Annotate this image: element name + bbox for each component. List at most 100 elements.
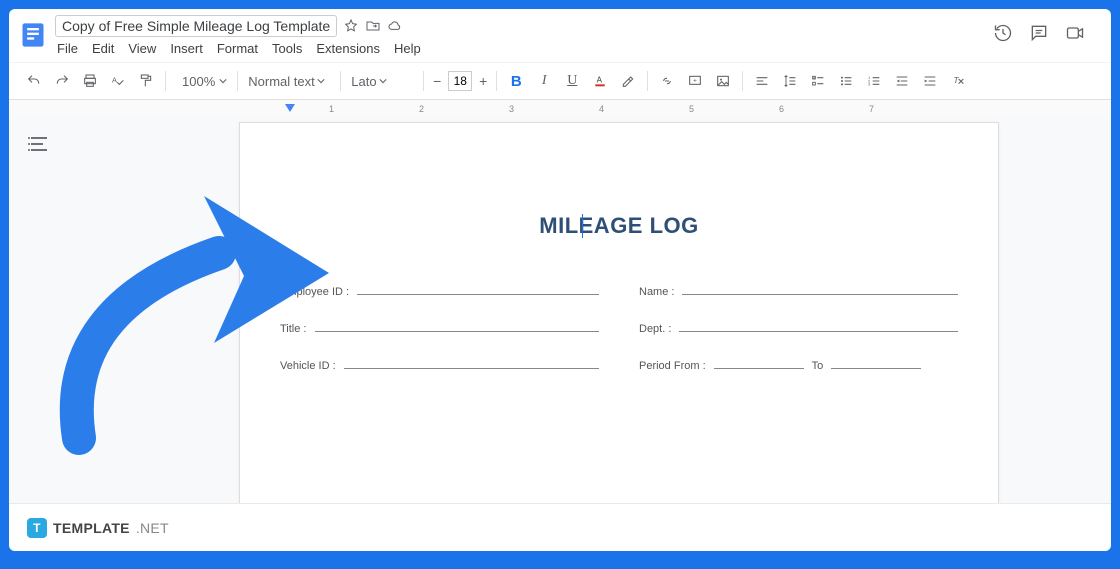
doc-title-row: Copy of Free Simple Mileage Log Template	[55, 15, 993, 37]
text-color-button[interactable]: A	[587, 68, 613, 94]
label-to: To	[812, 360, 824, 372]
separator	[165, 71, 166, 91]
input-line[interactable]	[682, 283, 958, 295]
caret-down-icon	[317, 77, 325, 85]
menu-insert[interactable]: Insert	[170, 41, 203, 56]
outline-toggle-icon[interactable]	[27, 132, 51, 156]
style-dropdown[interactable]: Normal text	[244, 74, 334, 89]
footer-suffix: .NET	[136, 520, 169, 536]
svg-text:A: A	[112, 75, 117, 84]
menu-edit[interactable]: Edit	[92, 41, 114, 56]
bulleted-list-button[interactable]	[833, 68, 859, 94]
clear-format-button[interactable]: T	[945, 68, 971, 94]
separator	[423, 71, 424, 91]
ruler-tick: 1	[329, 104, 334, 114]
label-employee-id: Employee ID :	[280, 286, 349, 298]
paint-format-button[interactable]	[133, 68, 159, 94]
redo-button[interactable]	[49, 68, 75, 94]
input-line[interactable]	[714, 357, 804, 369]
toolbar: A 100% Normal text Lato − + B I U A +	[9, 62, 1111, 100]
zoom-dropdown[interactable]: 100%	[172, 74, 231, 89]
caret-down-icon	[379, 77, 387, 85]
print-button[interactable]	[77, 68, 103, 94]
decrease-indent-button[interactable]	[889, 68, 915, 94]
footer: T TEMPLATE.NET	[9, 503, 1111, 551]
field-employee-id[interactable]: Employee ID :	[280, 283, 599, 298]
label-title: Title :	[280, 323, 307, 335]
doc-title[interactable]: Copy of Free Simple Mileage Log Template	[55, 15, 337, 37]
menu-bar: File Edit View Insert Format Tools Exten…	[55, 37, 993, 62]
label-name: Name :	[639, 286, 674, 298]
decrease-font-button[interactable]: −	[430, 74, 444, 88]
menu-file[interactable]: File	[57, 41, 78, 56]
star-icon[interactable]	[343, 18, 359, 34]
highlight-button[interactable]	[615, 68, 641, 94]
ruler-tick: 3	[509, 104, 514, 114]
menu-format[interactable]: Format	[217, 41, 258, 56]
font-size-control: − +	[430, 71, 490, 91]
ruler-tick: 4	[599, 104, 604, 114]
input-line[interactable]	[357, 283, 599, 295]
field-dept[interactable]: Dept. :	[639, 320, 958, 335]
input-line[interactable]	[344, 357, 599, 369]
document-page[interactable]: MILEAGE LOG Employee ID : Name : Title :	[239, 122, 999, 532]
move-icon[interactable]	[365, 18, 381, 34]
field-title[interactable]: Title :	[280, 320, 599, 335]
label-dept: Dept. :	[639, 323, 671, 335]
input-line[interactable]	[831, 357, 921, 369]
font-size-input[interactable]	[448, 71, 472, 91]
ruler[interactable]: 1 2 3 4 5 6 7	[9, 100, 1111, 118]
caret-down-icon	[219, 77, 227, 85]
align-button[interactable]	[749, 68, 775, 94]
checklist-button[interactable]	[805, 68, 831, 94]
heading-text: MILEAGE LOG	[539, 213, 699, 238]
font-value: Lato	[351, 74, 376, 89]
increase-indent-button[interactable]	[917, 68, 943, 94]
separator	[742, 71, 743, 91]
italic-button[interactable]: I	[531, 68, 557, 94]
separator	[496, 71, 497, 91]
line-spacing-button[interactable]	[777, 68, 803, 94]
indent-marker-icon[interactable]	[285, 104, 295, 114]
field-vehicle-id[interactable]: Vehicle ID :	[280, 357, 599, 372]
meet-icon[interactable]	[1065, 23, 1085, 43]
zoom-value: 100%	[176, 74, 217, 89]
underline-button[interactable]: U	[559, 68, 585, 94]
footer-logo-badge-icon: T	[27, 518, 47, 538]
insert-image-button[interactable]	[710, 68, 736, 94]
style-value: Normal text	[248, 74, 314, 89]
right-icons	[993, 15, 1101, 43]
field-period[interactable]: Period From : To	[639, 357, 958, 372]
app-bar: Copy of Free Simple Mileage Log Template…	[9, 9, 1111, 62]
docs-logo-icon[interactable]	[19, 21, 47, 49]
menu-help[interactable]: Help	[394, 41, 421, 56]
canvas: MILEAGE LOG Employee ID : Name : Title :	[9, 118, 1111, 532]
field-name[interactable]: Name :	[639, 283, 958, 298]
menu-tools[interactable]: Tools	[272, 41, 302, 56]
input-line[interactable]	[315, 320, 600, 332]
svg-text:3: 3	[868, 82, 871, 87]
doc-heading[interactable]: MILEAGE LOG	[280, 213, 958, 239]
history-icon[interactable]	[993, 23, 1013, 43]
svg-text:T: T	[954, 75, 960, 85]
insert-comment-button[interactable]: +	[682, 68, 708, 94]
text-cursor	[582, 214, 583, 238]
numbered-list-button[interactable]: 123	[861, 68, 887, 94]
cloud-icon[interactable]	[387, 18, 403, 34]
footer-logo[interactable]: T TEMPLATE.NET	[27, 518, 169, 538]
label-period-from: Period From :	[639, 360, 706, 372]
menu-view[interactable]: View	[128, 41, 156, 56]
ruler-tick: 2	[419, 104, 424, 114]
increase-font-button[interactable]: +	[476, 74, 490, 88]
svg-text:+: +	[693, 77, 697, 84]
bold-button[interactable]: B	[503, 68, 529, 94]
ruler-tick: 6	[779, 104, 784, 114]
undo-button[interactable]	[21, 68, 47, 94]
menu-extensions[interactable]: Extensions	[316, 41, 380, 56]
comment-icon[interactable]	[1029, 23, 1049, 43]
separator	[237, 71, 238, 91]
insert-link-button[interactable]	[654, 68, 680, 94]
font-dropdown[interactable]: Lato	[347, 74, 417, 89]
input-line[interactable]	[679, 320, 958, 332]
spellcheck-button[interactable]: A	[105, 68, 131, 94]
